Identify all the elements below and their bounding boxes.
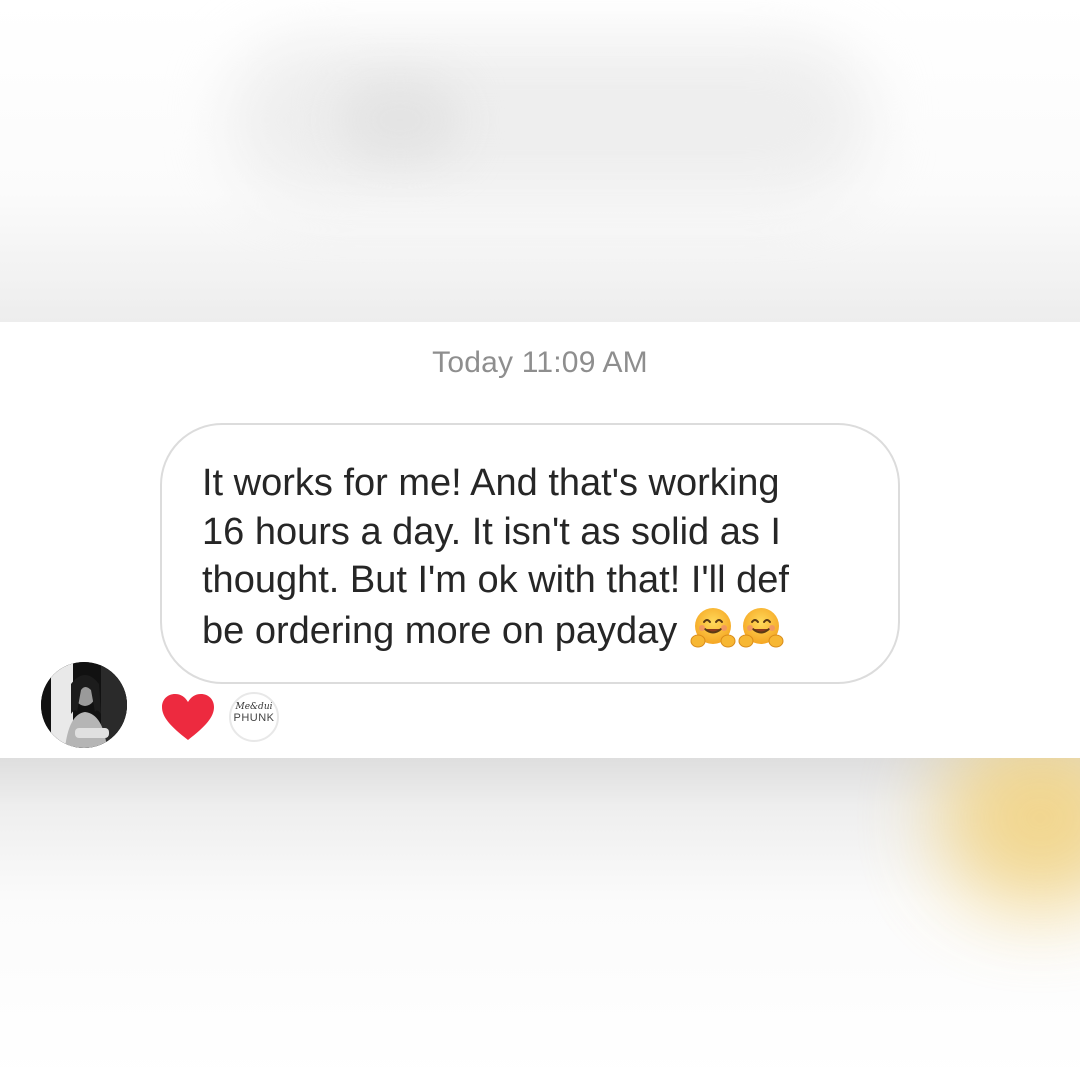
screenshot-canvas: Today 11:09 AM It works for me! And that… — [0, 0, 1080, 1080]
reactor-avatar-badge[interactable]: Me&dui PHUNK — [229, 692, 279, 742]
heart-reaction-icon[interactable] — [160, 692, 216, 742]
badge-word-text: PHUNK — [233, 712, 275, 724]
message-text-container: It works for me! And that's working 16 h… — [202, 459, 882, 655]
message-timestamp: Today 11:09 AM — [432, 346, 648, 379]
message-bubble[interactable]: It works for me! And that's working 16 h… — [160, 423, 900, 684]
message-panel: Today 11:09 AM It works for me! And that… — [0, 322, 1080, 758]
hugging-face-emoji-icon — [690, 607, 736, 647]
badge-script-text: Me&dui — [235, 702, 273, 712]
blurred-backdrop-top — [0, 0, 1080, 322]
sender-avatar[interactable] — [41, 662, 127, 748]
corner-glow — [940, 758, 1080, 908]
blurred-backdrop-bottom — [0, 758, 1080, 1080]
blurred-shape — [230, 40, 870, 200]
hugging-face-emoji-icon — [738, 607, 784, 647]
avatar-photo — [41, 662, 127, 748]
blurred-shape — [340, 80, 460, 160]
